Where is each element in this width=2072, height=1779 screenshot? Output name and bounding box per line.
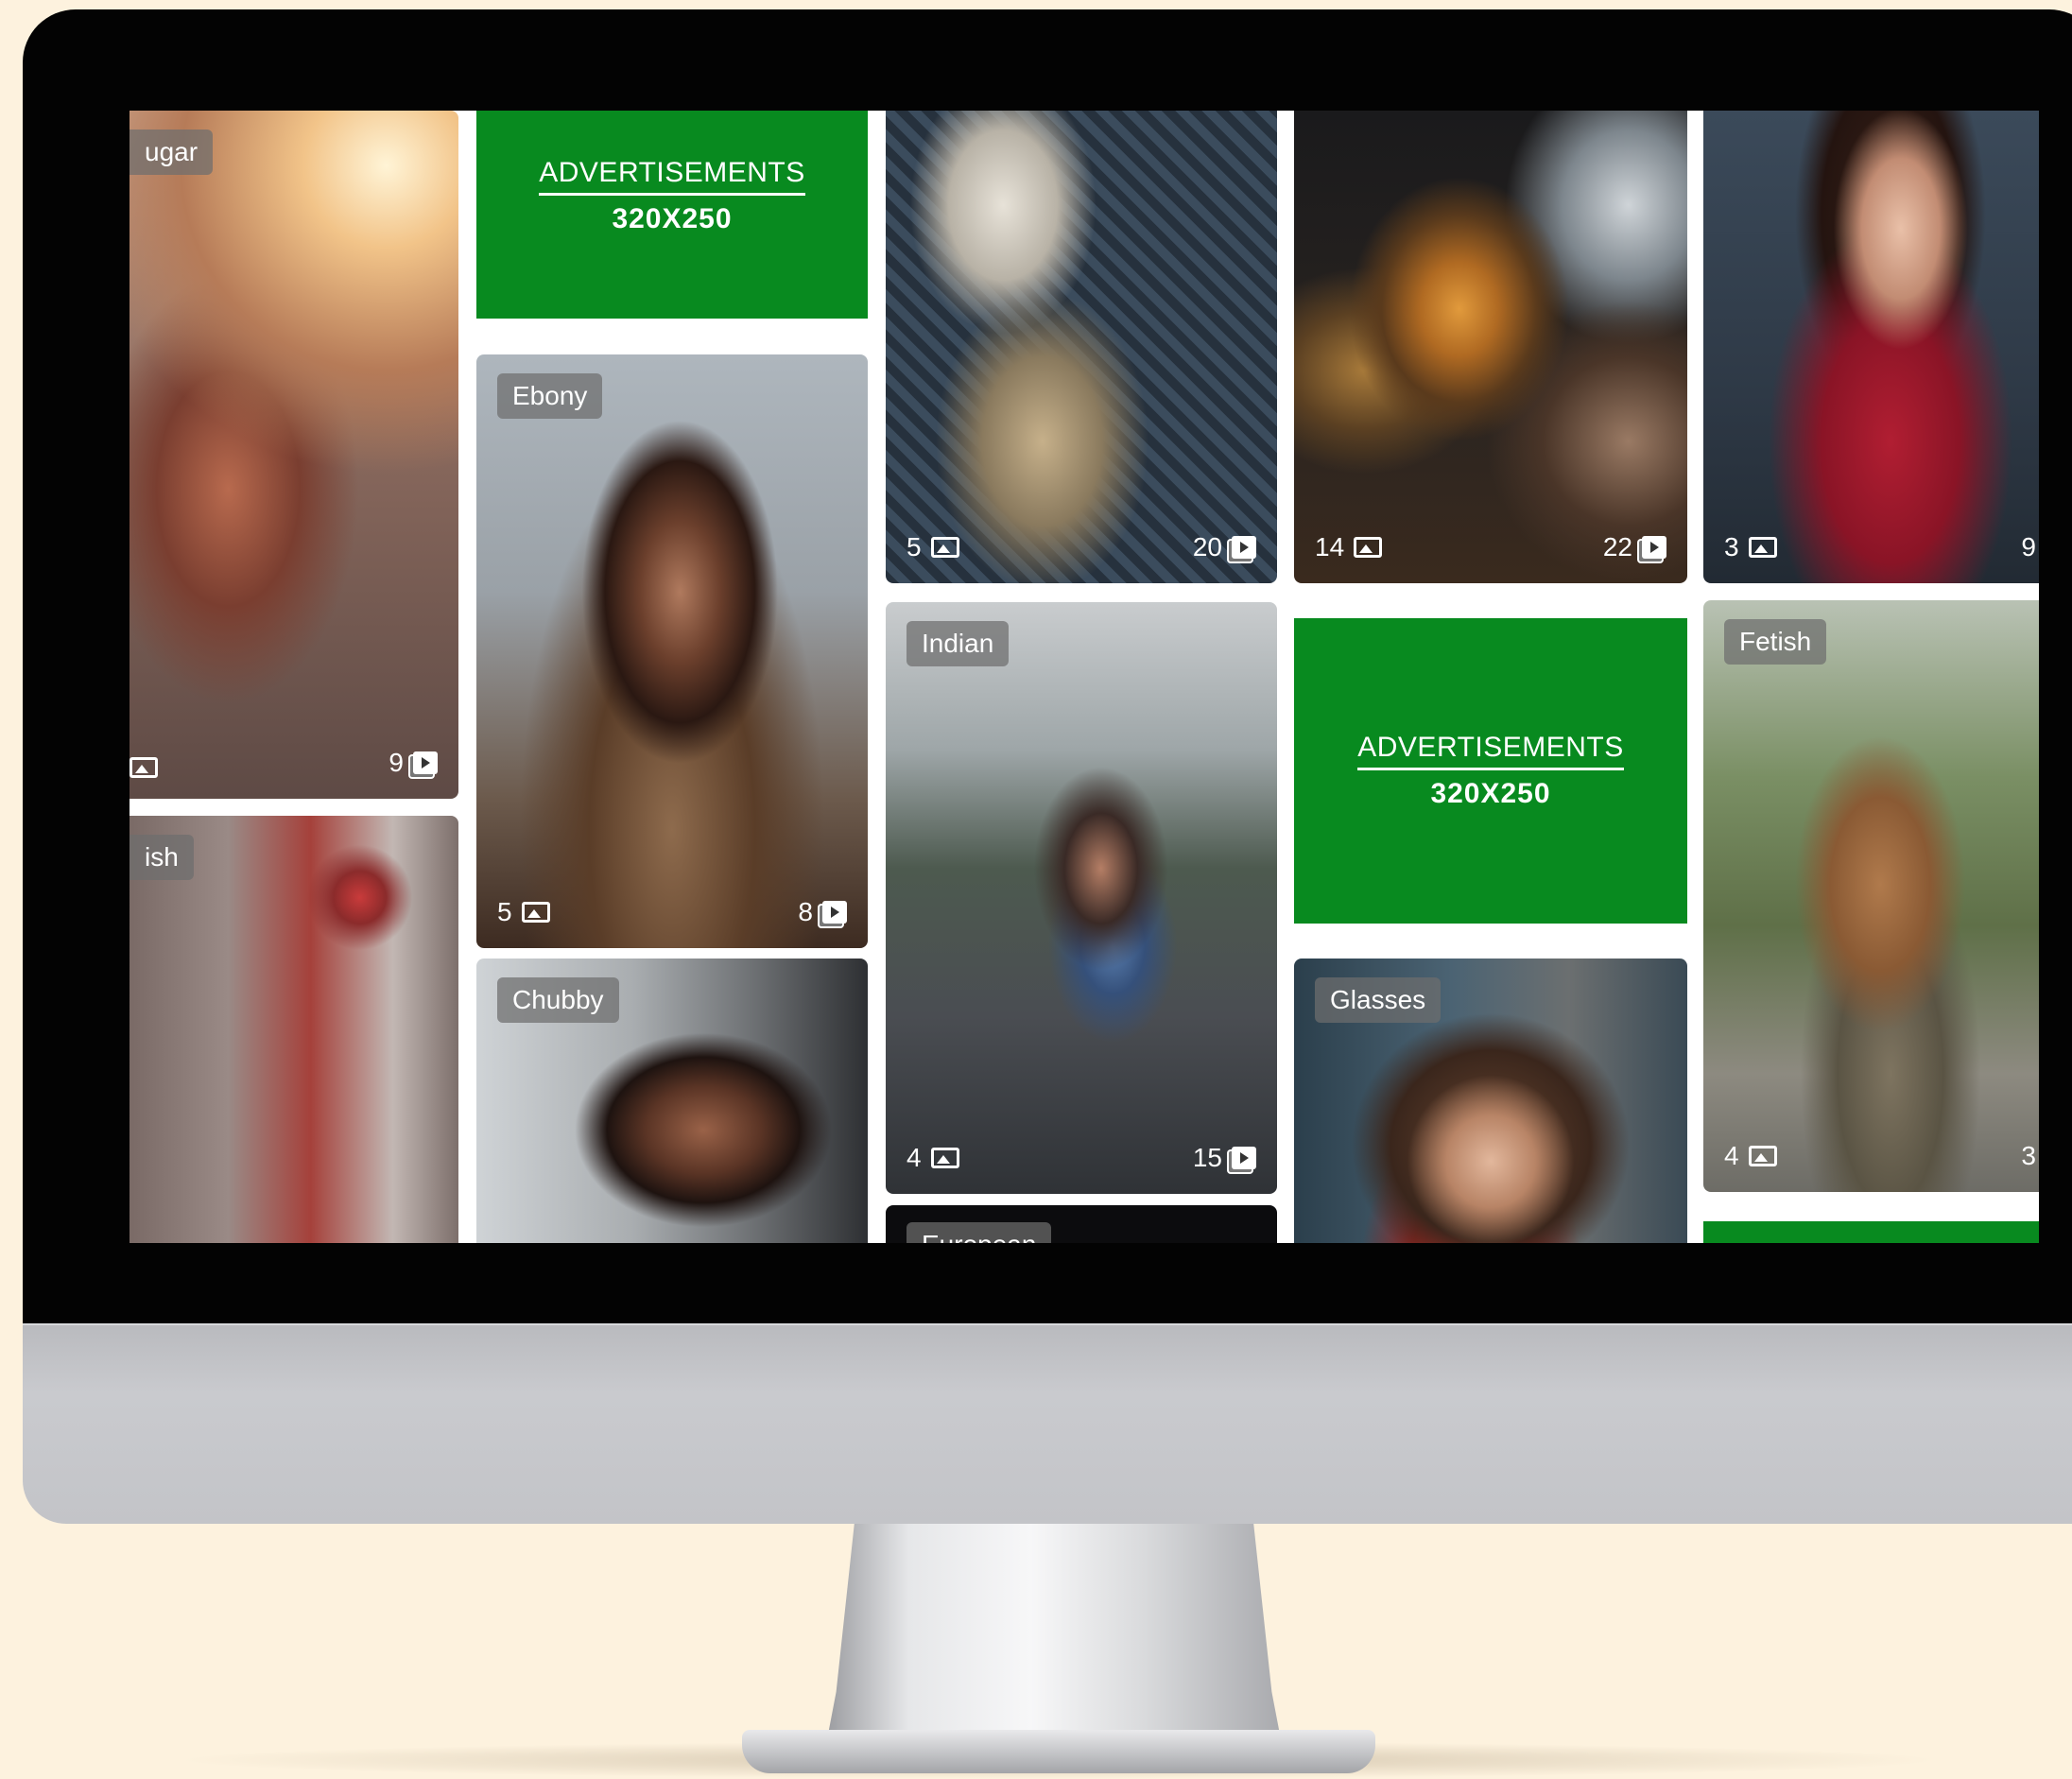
monitor-chin	[23, 1323, 2072, 1524]
video-count: 3	[2021, 1141, 2036, 1171]
category-card-sugar[interactable]: ugar 9	[130, 111, 458, 799]
category-tag: Chubby	[497, 977, 619, 1023]
video-count-value: 8	[798, 897, 813, 926]
category-card-glasses[interactable]: Glasses	[1294, 959, 1687, 1243]
photo-count-value: 4	[1724, 1141, 1739, 1170]
category-tag: Glasses	[1315, 977, 1442, 1023]
video-icon	[822, 901, 847, 924]
video-icon	[1642, 536, 1666, 559]
ad-title: ADVERTISEMENTS	[1357, 732, 1624, 770]
image-icon	[1748, 537, 1777, 558]
category-tag: Indian	[906, 621, 1010, 666]
category-card-redtop[interactable]: 3 9	[1703, 111, 2039, 583]
photo-count: 4	[1724, 1141, 1777, 1171]
video-count-value: 20	[1192, 532, 1222, 561]
photo-count-value: 14	[1315, 532, 1345, 561]
monitor-stand-base	[742, 1730, 1375, 1773]
category-card-european[interactable]: European	[886, 1205, 1277, 1243]
photo-count: 5	[906, 532, 959, 562]
video-count: 20	[1193, 532, 1256, 562]
category-tag: ugar	[130, 130, 214, 175]
image-icon	[521, 902, 550, 923]
video-count: 9	[2021, 532, 2036, 562]
video-count-value: 3	[2021, 1141, 2036, 1170]
video-count: 22	[1603, 532, 1666, 562]
photo-count-value: 3	[1724, 532, 1739, 561]
video-icon	[1232, 536, 1256, 559]
video-icon	[413, 751, 438, 774]
image-icon	[930, 1148, 959, 1168]
video-count-value: 22	[1602, 532, 1632, 561]
photo-count: 5	[497, 897, 550, 927]
photo-count: 4	[906, 1143, 959, 1173]
imac-monitor: ugar 9 ish ADVERTISEMENTS 320X250 Ebony …	[23, 9, 2072, 1524]
gallery-screen: ugar 9 ish ADVERTISEMENTS 320X250 Ebony …	[130, 111, 2039, 1243]
video-count-value: 9	[2021, 532, 2036, 561]
photo-count-value: 5	[906, 532, 922, 561]
category-card-chubby[interactable]: Chubby	[476, 959, 868, 1243]
category-card-fetish-left[interactable]: ish	[130, 816, 458, 1243]
video-count: 15	[1193, 1143, 1256, 1173]
ad-title: ADVERTISEMENTS	[539, 157, 805, 196]
category-tag: Fetish	[1724, 619, 1827, 665]
category-card-burger[interactable]: 14 22	[1294, 111, 1687, 583]
ad-size: 320X250	[612, 202, 733, 234]
category-tag: Ebony	[497, 373, 603, 419]
image-icon	[1354, 537, 1383, 558]
video-count: 9	[388, 748, 438, 778]
advertisement-banner-partial[interactable]	[1703, 1221, 2039, 1243]
video-count-value: 15	[1192, 1143, 1222, 1172]
video-count: 8	[798, 897, 847, 927]
category-card-fetish[interactable]: Fetish 4 3	[1703, 600, 2039, 1192]
video-icon	[1232, 1147, 1256, 1169]
photo-count-value: 4	[906, 1143, 922, 1172]
photo-count: 14	[1315, 532, 1383, 562]
photo-count	[130, 757, 158, 778]
advertisement-banner[interactable]: ADVERTISEMENTS 320X250	[476, 111, 868, 319]
category-card-bag[interactable]: 5 20	[886, 111, 1277, 583]
advertisement-banner[interactable]: ADVERTISEMENTS 320X250	[1294, 618, 1687, 924]
category-tag: European	[906, 1222, 1052, 1243]
photo-count: 3	[1724, 532, 1777, 562]
category-card-ebony[interactable]: Ebony 5 8	[476, 354, 868, 948]
photo-count-value: 5	[497, 897, 512, 926]
video-count-value: 9	[388, 748, 404, 777]
category-card-indian[interactable]: Indian 4 15	[886, 602, 1277, 1194]
ad-size: 320X250	[1430, 778, 1551, 809]
image-icon	[1748, 1146, 1777, 1166]
image-icon	[930, 537, 959, 558]
monitor-stand	[827, 1524, 1281, 1739]
category-tag: ish	[130, 835, 194, 880]
image-icon	[130, 757, 158, 778]
